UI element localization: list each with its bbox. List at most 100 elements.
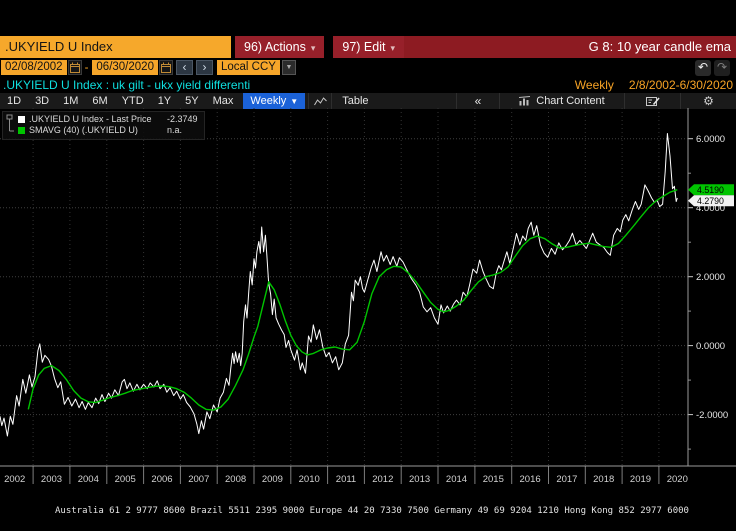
legend-row-1: SMAVG (40) (.UKYIELD U) n.a. [18,125,198,136]
collapse-toolbar-button[interactable]: « [457,93,500,109]
legend-row-0: .UKYIELD U Index - Last Price -2.3749 [18,114,198,125]
bar-chart-icon [519,96,531,106]
edit-button-label: 97) Edit [342,40,386,54]
year-label: 2009 [262,474,283,485]
next-period-button[interactable]: › [195,60,213,75]
year-label: 2012 [372,474,393,485]
gear-icon: ⚙ [703,94,714,108]
year-label: 2003 [41,474,62,485]
year-label: 2018 [593,474,614,485]
price-chart[interactable]: 2002 2003 2004 2005 2006 2007 2008 2009 2010 2011… [0,108,736,488]
value-tick-label: 6.0000 [696,134,725,145]
prev-period-button[interactable]: ‹ [175,60,193,75]
period-button-1M[interactable]: 1M [56,93,85,109]
legend-pin-icon[interactable] [6,114,15,136]
period-button-Max[interactable]: Max [206,93,241,109]
period-button-group: 1D 3D 1M 6M YTD 1Y 5Y Max [0,93,240,109]
year-label: 2020 [667,474,688,485]
chart-description: .UKYIELD U Index : uk gilt - ukx yield d… [3,78,251,92]
currency-select[interactable]: Local CCY [216,60,280,75]
price-tag-text: 4.5190 [697,185,724,195]
caret-down-icon: ▼ [290,97,299,106]
calendar-icon [160,62,171,73]
end-date-field[interactable]: 06/30/2020 [92,60,158,75]
redo-icon: ↷ [716,59,728,74]
legend-series-label: SMAVG (40) (.UKYIELD U) [29,125,138,135]
caret-down-icon: ▾ [390,43,395,53]
table-button[interactable]: Table [332,93,378,109]
security-field[interactable]: .UKYIELD U Index [0,36,231,58]
chart-content-button[interactable]: Chart Content [500,93,625,109]
year-label: 2007 [188,474,209,485]
year-label: 2005 [115,474,136,485]
period-button-1D[interactable]: 1D [0,93,28,109]
period-button-1Y[interactable]: 1Y [151,93,178,109]
year-label: 2002 [4,474,25,485]
chevron-left-icon: ‹ [182,60,187,74]
undo-icon: ↶ [697,59,709,74]
frequency-dropdown-label: Weekly [250,95,287,107]
edit-button[interactable]: 97) Edit ▾ [333,36,404,58]
annotate-icon [645,96,660,106]
calendar-icon [69,62,80,73]
value-tick-label: 2.0000 [696,272,725,283]
year-label: 2006 [151,474,172,485]
year-label: 2010 [299,474,320,485]
toolbar-right-group: « Chart Content ⚙ [456,93,736,109]
year-label: 2014 [446,474,467,485]
chart-legend: .UKYIELD U Index - Last Price -2.3749 SMAV… [2,111,205,140]
start-date-calendar-button[interactable] [67,60,82,75]
annotate-button[interactable] [625,93,681,109]
year-label: 2019 [630,474,651,485]
redo-button[interactable]: ↷ [714,59,730,76]
chart-content-label: Chart Content [536,95,605,107]
title-bar: .UKYIELD U Index 96) Actions ▾ 97) Edit ▾ … [0,36,736,58]
frequency-dropdown[interactable]: Weekly ▼ [243,93,306,109]
date-range-label: 2/8/2002-6/30/2020 [628,78,733,92]
bloomberg-terminal-window: .UKYIELD U Index 96) Actions ▾ 97) Edit ▾ … [0,0,736,531]
price-tag-text: 4.2790 [697,196,724,206]
period-button-YTD[interactable]: YTD [115,93,151,109]
legend-series-value: -2.3749 [167,114,198,124]
line-chart-icon [313,96,327,105]
legend-series-label: .UKYIELD U Index - Last Price [29,114,152,124]
terminal-footer: Australia 61 2 9777 8600 Brazil 5511 239… [0,489,736,531]
chart-area: 2002 2003 2004 2005 2006 2007 2008 2009 2010 2011… [0,108,736,488]
footer-contact-line-1: Australia 61 2 9777 8600 Brazil 5511 239… [55,506,689,516]
year-label: 2004 [78,474,99,485]
description-row: .UKYIELD U Index : uk gilt - ukx yield d… [0,77,736,93]
collapse-icon: « [474,94,482,108]
period-button-6M[interactable]: 6M [85,93,114,109]
year-label: 2011 [336,474,356,485]
start-date-field[interactable]: 02/08/2002 [1,60,67,75]
legend-swatch [18,127,25,134]
period-button-3D[interactable]: 3D [28,93,56,109]
value-tick-label: -2.0000 [696,410,728,421]
last-price-line [0,133,678,437]
actions-button[interactable]: 96) Actions ▾ [235,36,325,58]
settings-button[interactable]: ⚙ [681,93,736,109]
actions-button-label: 96) Actions [244,40,306,54]
legend-swatch [18,116,25,123]
chart-type-button[interactable] [308,93,333,109]
legend-series-value: n.a. [167,125,183,135]
chevron-right-icon: › [202,60,207,74]
date-range-dash: - [84,61,89,74]
end-date-calendar-button[interactable] [158,60,173,75]
frequency-label: Weekly [574,78,614,92]
caret-down-icon: ▼ [285,64,293,71]
undo-button[interactable]: ↶ [695,59,711,76]
window-title: G 8: 10 year candle ema [404,36,736,58]
period-button-5Y[interactable]: 5Y [178,93,205,109]
currency-dropdown-button[interactable]: ▼ [281,60,296,75]
titlebar-gap [324,36,334,58]
year-label: 2016 [520,474,541,485]
year-label: 2015 [483,474,504,485]
value-tick-label: 0.0000 [696,341,725,352]
date-range-row: 02/08/2002 - 06/30/2020 ‹ › Local CCY ▼ … [0,58,736,77]
caret-down-icon: ▾ [310,43,316,53]
legend-rows: .UKYIELD U Index - Last Price -2.3749 SMAV… [18,114,198,136]
year-label: 2008 [225,474,246,485]
chart-toolbar: 1D 3D 1M 6M YTD 1Y 5Y Max Weekly ▼ Table « Chart… [0,93,736,109]
